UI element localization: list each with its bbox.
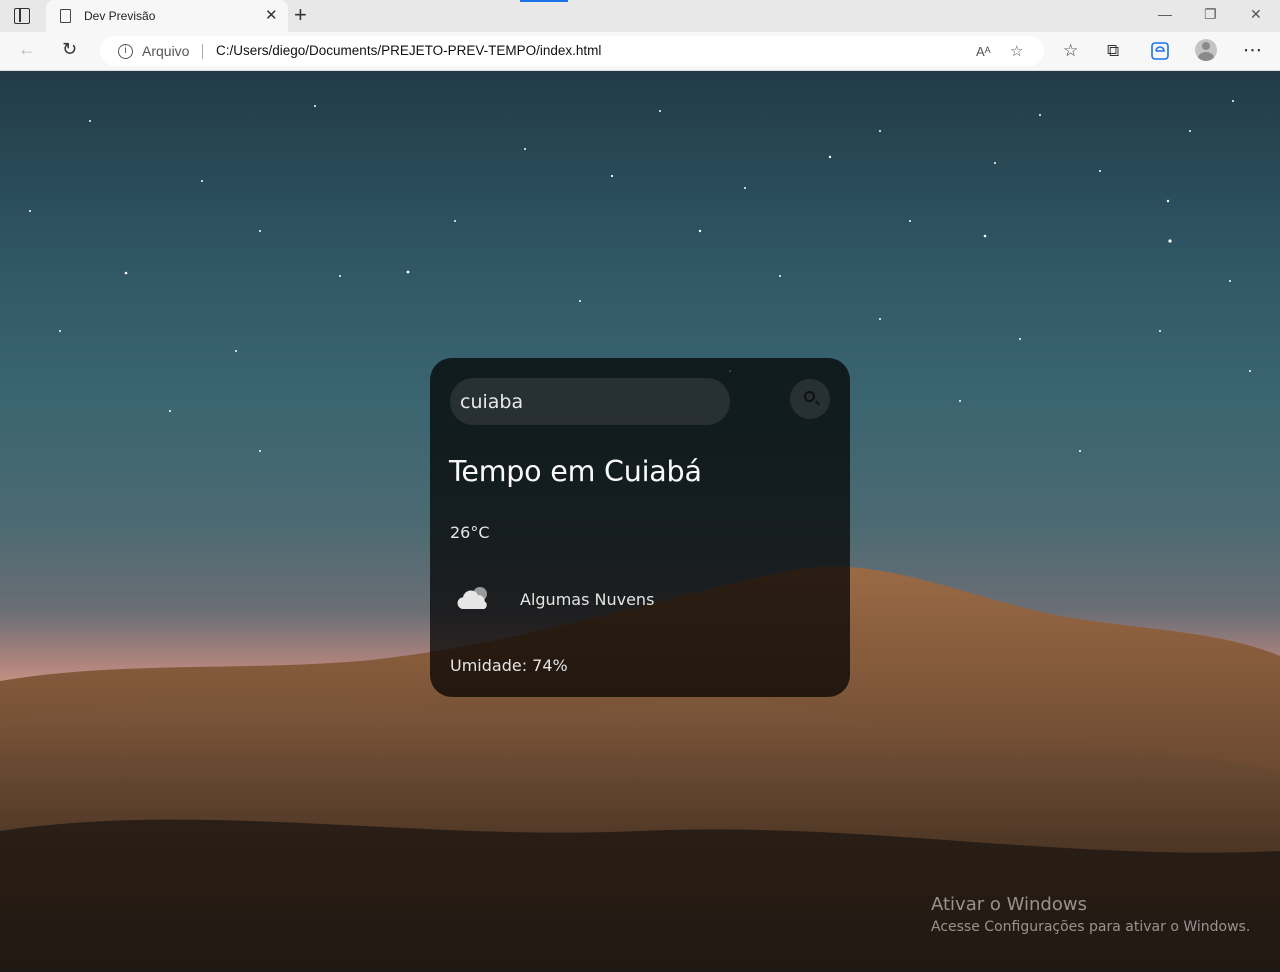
origin-label: Arquivo: [142, 43, 190, 59]
close-window-icon[interactable]: ✕: [1250, 6, 1262, 23]
humidity-value: Umidade: 74%: [450, 656, 568, 675]
search-button[interactable]: [790, 379, 830, 419]
tab-actions-icon[interactable]: [14, 8, 30, 24]
city-title: Tempo em Cuiabá: [449, 455, 702, 488]
city-search-input[interactable]: [450, 378, 730, 425]
back-arrow-icon[interactable]: ←: [18, 39, 36, 60]
browser-essentials-icon[interactable]: [1151, 42, 1169, 60]
cloud-icon: [457, 587, 487, 609]
search-icon: [804, 391, 815, 402]
favorites-icon[interactable]: ☆: [1063, 41, 1078, 61]
windows-activation-watermark: Ativar o Windows Acesse Configurações pa…: [931, 894, 1250, 935]
read-aloud-icon[interactable]: Aᴬ: [976, 44, 991, 59]
address-divider: [202, 44, 203, 59]
browser-toolbar: ← ↻ i Arquivo C:/Users/diego/Documents/P…: [0, 32, 1280, 71]
url-text[interactable]: C:/Users/diego/Documents/PREJETO-PREV-TE…: [216, 43, 601, 58]
minimize-icon[interactable]: —: [1158, 6, 1172, 22]
watermark-subtitle: Acesse Configurações para ativar o Windo…: [931, 919, 1251, 935]
weather-card: Tempo em Cuiabá 26°C Algumas Nuvens Umid…: [430, 358, 850, 697]
more-options-icon[interactable]: ⋯: [1243, 39, 1262, 62]
browser-tab[interactable]: Dev Previsão ✕: [46, 0, 288, 32]
tab-bar: Dev Previsão ✕ + — ❐ ✕: [0, 0, 1280, 32]
page-icon: [60, 9, 71, 23]
profile-avatar[interactable]: [1195, 39, 1217, 61]
collections-icon[interactable]: ⧉: [1107, 41, 1119, 61]
temperature-value: 26°C: [450, 523, 490, 542]
tab-title: Dev Previsão: [84, 9, 156, 23]
restore-icon[interactable]: ❐: [1204, 6, 1217, 23]
info-icon[interactable]: i: [118, 44, 133, 59]
weather-description: Algumas Nuvens: [520, 590, 655, 609]
refresh-icon[interactable]: ↻: [62, 39, 77, 60]
watermark-title: Ativar o Windows: [931, 894, 1087, 915]
address-bar[interactable]: i Arquivo C:/Users/diego/Documents/PREJE…: [100, 36, 1044, 66]
tab-close-icon[interactable]: ✕: [265, 6, 278, 24]
add-favorite-icon[interactable]: ☆: [1010, 42, 1023, 60]
new-tab-icon[interactable]: +: [294, 2, 307, 28]
title-bar-accent: [520, 0, 568, 2]
page-viewport: Tempo em Cuiabá 26°C Algumas Nuvens Umid…: [0, 71, 1280, 972]
